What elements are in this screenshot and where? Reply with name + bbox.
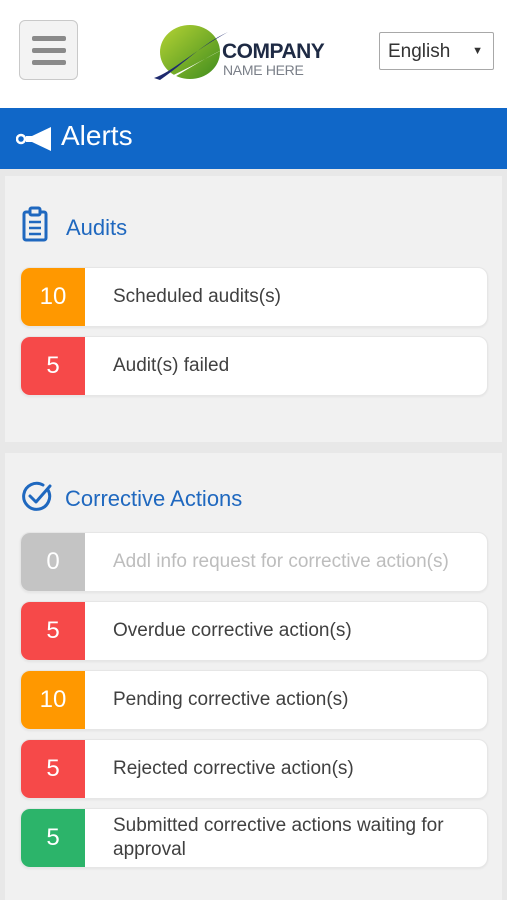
dropdown-arrow-icon: ▼ — [472, 45, 483, 57]
count-badge: 5 — [21, 337, 85, 395]
app-header: COMPANY NAME HERE English ▼ — [0, 0, 507, 108]
leaf-logo-icon — [154, 25, 230, 82]
corrective-actions-panel: Corrective Actions 0 Addl info request f… — [5, 453, 502, 900]
alert-row-audits-failed[interactable]: 5 Audit(s) failed — [20, 336, 488, 396]
language-select-value: English — [388, 41, 451, 62]
alert-label: Pending corrective action(s) — [113, 689, 349, 710]
alert-row-overdue[interactable]: 5 Overdue corrective action(s) — [20, 601, 488, 661]
alert-row-pending[interactable]: 10 Pending corrective action(s) — [20, 670, 488, 730]
count-badge: 0 — [21, 533, 85, 591]
company-logo[interactable]: COMPANY NAME HERE — [152, 22, 337, 84]
alert-label: Rejected corrective action(s) — [113, 758, 354, 779]
corrective-actions-section-title: Corrective Actions — [65, 486, 243, 511]
language-select[interactable]: English ▼ — [379, 32, 494, 70]
menu-bar-icon — [32, 48, 66, 53]
alert-row-scheduled-audits[interactable]: 10 Scheduled audits(s) — [20, 267, 488, 327]
alert-label: Scheduled audits(s) — [113, 286, 281, 307]
count-badge: 5 — [21, 809, 85, 867]
logo-company-text: COMPANY — [222, 40, 325, 63]
megaphone-icon — [16, 127, 51, 151]
alert-row-addl-info-request[interactable]: 0 Addl info request for corrective actio… — [20, 532, 488, 592]
alert-label: Addl info request for corrective action(… — [113, 551, 449, 572]
page-title: Alerts — [61, 120, 133, 151]
alert-label: Audit(s) failed — [113, 355, 230, 376]
audits-section-title: Audits — [66, 215, 128, 240]
count-badge: 10 — [21, 671, 85, 729]
menu-bar-icon — [32, 36, 66, 41]
page-title-bar: Alerts — [0, 108, 507, 169]
check-circle-icon — [22, 481, 52, 511]
hamburger-menu-button[interactable] — [19, 20, 78, 80]
count-badge: 5 — [21, 740, 85, 798]
clipboard-icon — [22, 206, 48, 242]
count-badge: 10 — [21, 268, 85, 326]
alert-row-submitted-waiting-approval[interactable]: 5 Submitted corrective actions waiting f… — [20, 808, 488, 868]
logo-name-here-text: NAME HERE — [223, 62, 304, 78]
count-badge: 5 — [21, 602, 85, 660]
alert-label: Submitted corrective actions waiting for… — [113, 815, 444, 860]
audits-panel: Audits 10 Scheduled audits(s) 5 Audit(s)… — [5, 176, 502, 442]
alert-row-rejected[interactable]: 5 Rejected corrective action(s) — [20, 739, 488, 799]
menu-bar-icon — [32, 60, 66, 65]
alert-label: Overdue corrective action(s) — [113, 620, 352, 641]
